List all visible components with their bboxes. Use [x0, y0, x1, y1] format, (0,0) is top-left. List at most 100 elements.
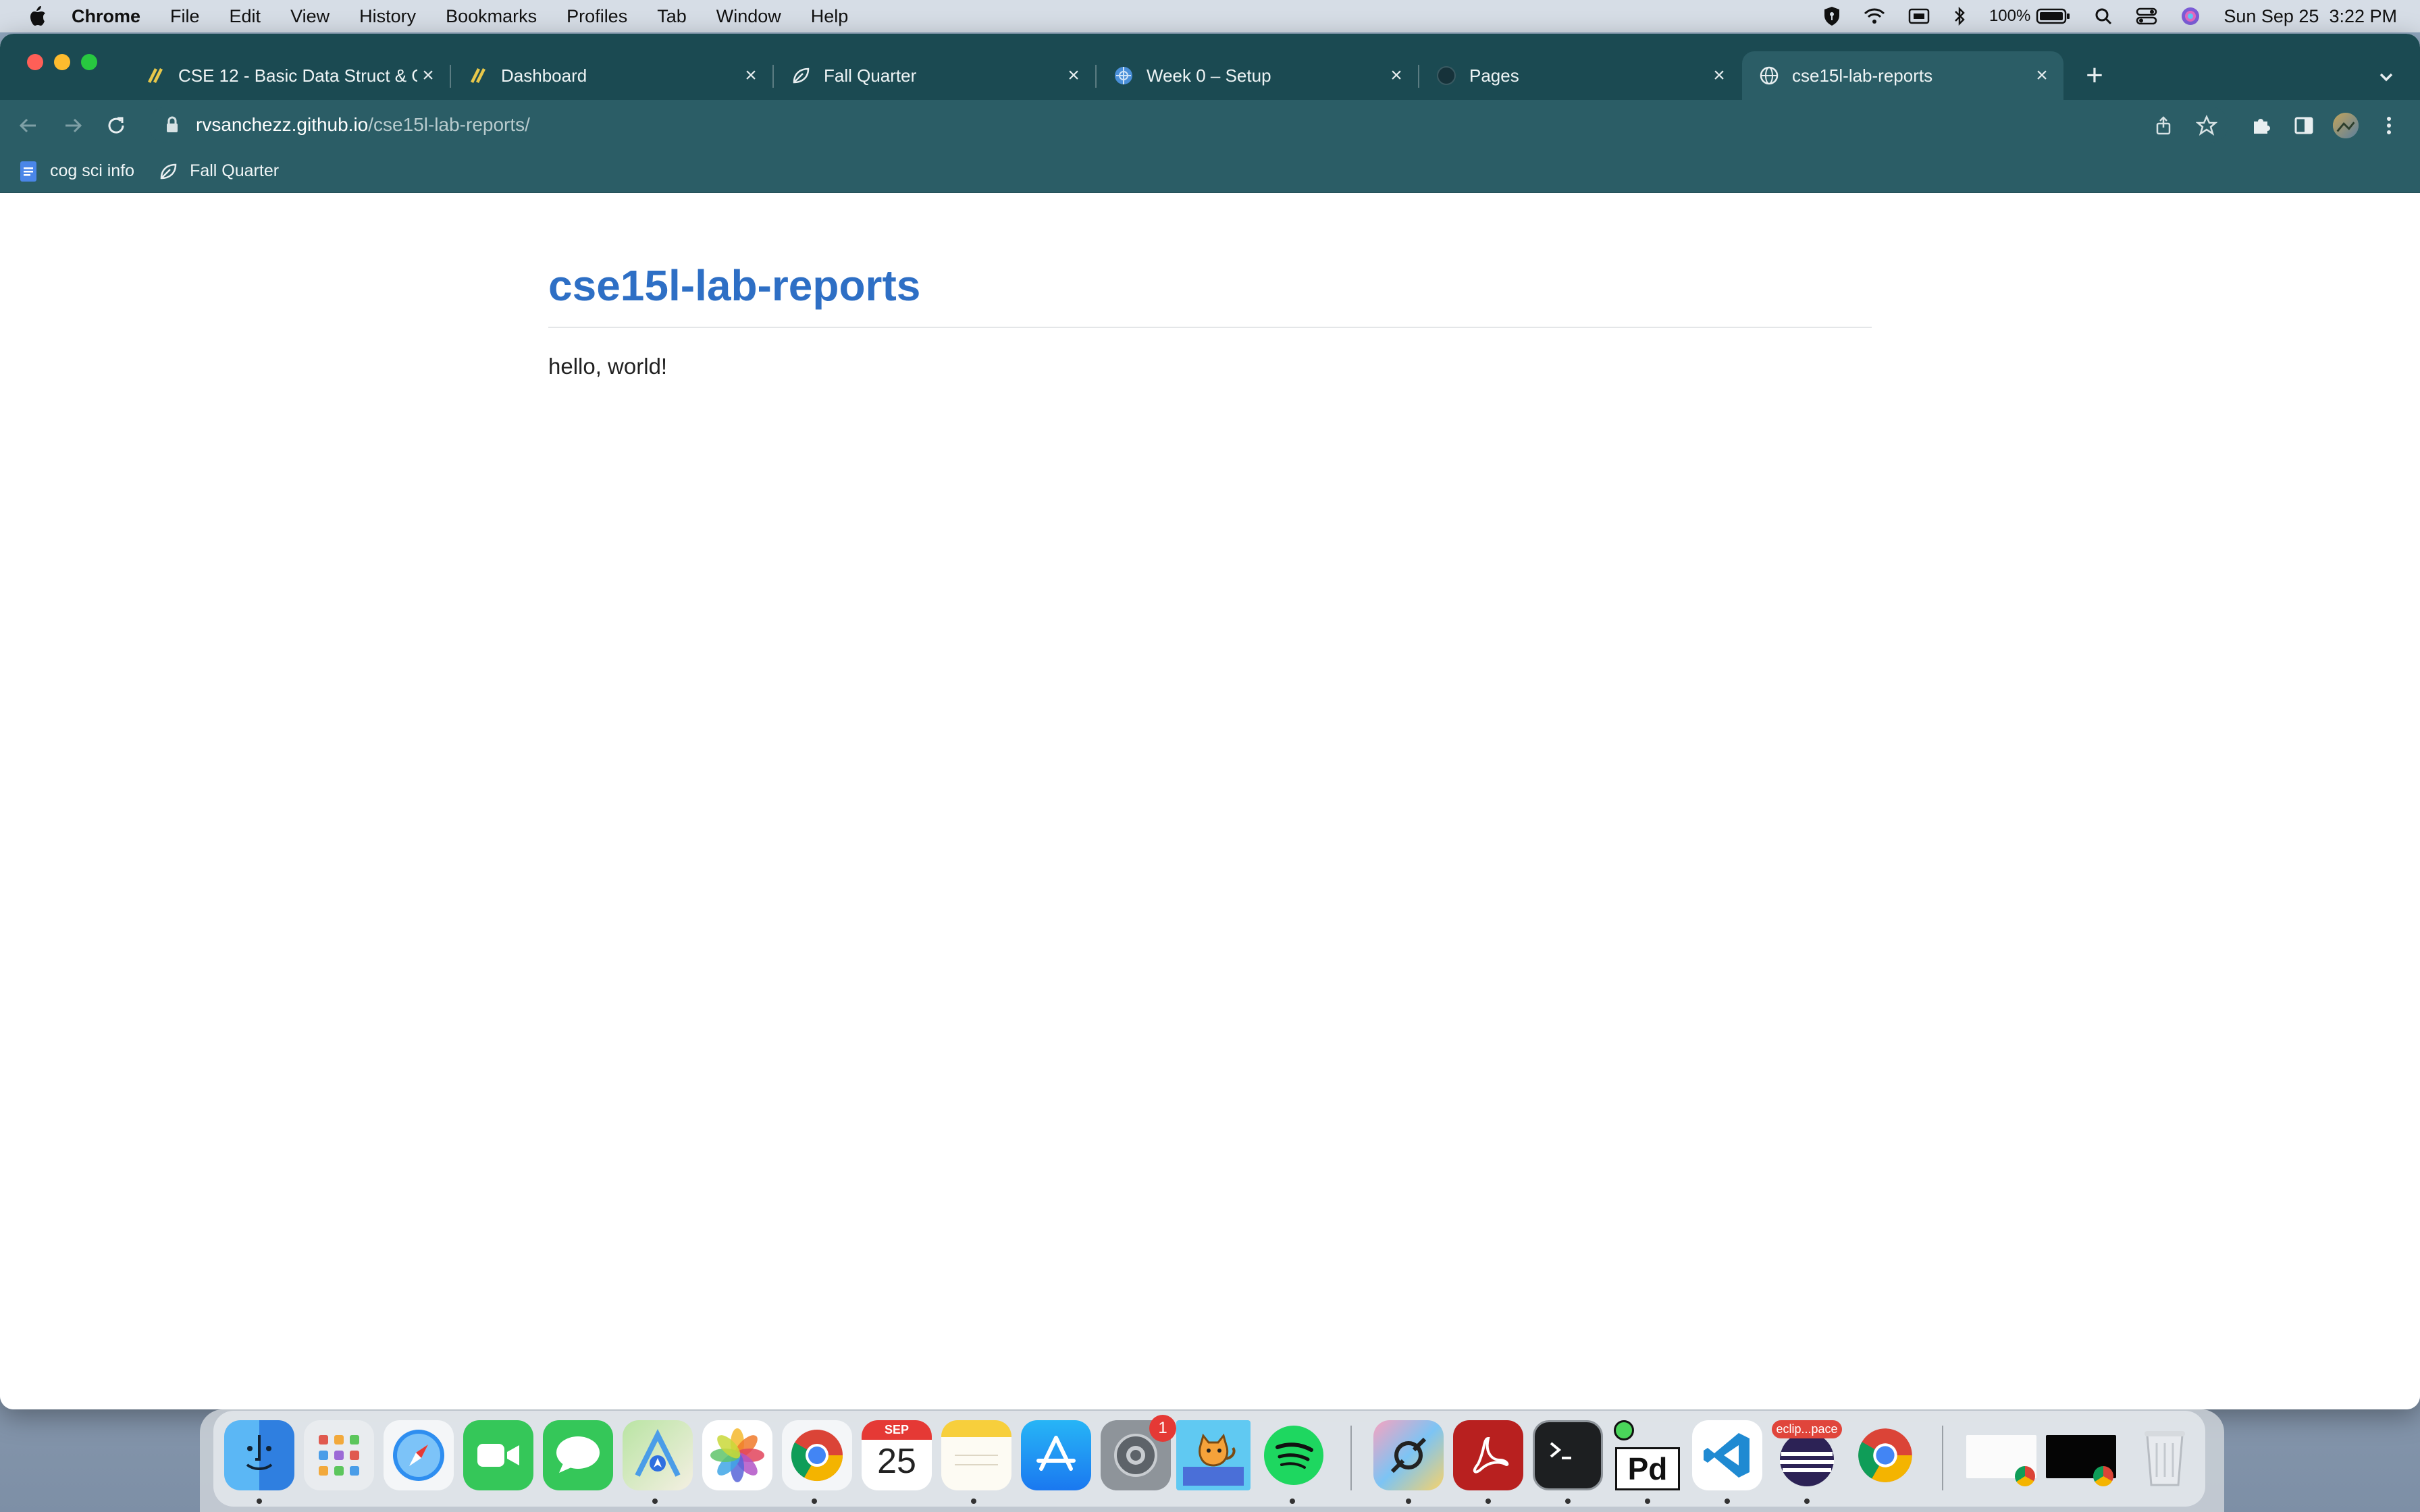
spotlight-search-icon[interactable]	[2094, 7, 2113, 26]
bookmark-star-icon[interactable]	[2193, 112, 2220, 139]
share-icon[interactable]	[2150, 112, 2177, 139]
menu-bar: Chrome File Edit View History Bookmarks …	[0, 0, 2420, 32]
menu-file[interactable]: File	[170, 6, 200, 27]
menu-help[interactable]: Help	[811, 6, 849, 27]
eclipse-workspace-icon[interactable]: eclip...pace	[1772, 1420, 1842, 1490]
profile-avatar[interactable]	[2332, 112, 2359, 139]
terminal-icon[interactable]	[1533, 1420, 1603, 1490]
title-divider	[548, 327, 1872, 328]
developer-tools-icon[interactable]	[1373, 1420, 1444, 1490]
chrome-menu-icon[interactable]	[2375, 112, 2402, 139]
tab-cse15l-lab-reports[interactable]: cse15l-lab-reports ×	[1742, 51, 2063, 100]
scratch-cat-app-icon[interactable]	[1176, 1420, 1251, 1490]
reload-button[interactable]	[103, 112, 130, 139]
globe-wheel-icon	[1113, 65, 1134, 86]
app-store-icon[interactable]	[1021, 1420, 1091, 1490]
calendar-day: 25	[877, 1442, 916, 1481]
menu-window[interactable]: Window	[716, 6, 781, 27]
messages-icon[interactable]	[543, 1420, 613, 1490]
menu-app-name[interactable]: Chrome	[72, 6, 140, 27]
close-tab-icon[interactable]: ×	[1708, 64, 1730, 86]
docs-icon	[18, 161, 39, 182]
close-tab-icon[interactable]: ×	[2031, 64, 2053, 86]
back-button[interactable]	[15, 112, 42, 139]
bookmarks-bar: cog sci info Fall Quarter	[0, 150, 2420, 193]
photos-icon[interactable]	[702, 1420, 772, 1490]
tab-fall-quarter[interactable]: Fall Quarter ×	[774, 51, 1097, 100]
eclipse-label: eclip...pace	[1772, 1420, 1842, 1438]
close-window-button[interactable]	[27, 54, 43, 70]
notion-leaf-icon	[157, 161, 179, 182]
lock-icon[interactable]	[162, 115, 182, 135]
close-tab-icon[interactable]: ×	[1386, 64, 1407, 86]
battery-icon[interactable]	[2036, 7, 2071, 25]
menu-tab[interactable]: Tab	[657, 6, 687, 27]
pure-data-label: Pd	[1627, 1451, 1668, 1486]
launchpad-icon[interactable]	[304, 1420, 374, 1490]
running-indicator	[1485, 1498, 1491, 1504]
clock[interactable]: Sun Sep 25 3:22 PM	[2224, 6, 2397, 27]
new-tab-button[interactable]: +	[2080, 61, 2109, 90]
facetime-icon[interactable]	[463, 1420, 533, 1490]
running-indicator	[812, 1498, 817, 1504]
trash-icon[interactable]	[2130, 1420, 2200, 1490]
tab-week0-setup[interactable]: Week 0 – Setup ×	[1097, 51, 1419, 100]
menu-view[interactable]: View	[290, 6, 330, 27]
wifi-icon[interactable]	[1864, 7, 1885, 25]
tab-strip: CSE 12 - Basic Data Struct & O × Dashboa…	[0, 34, 2420, 100]
menu-edit[interactable]: Edit	[230, 6, 261, 27]
url-text[interactable]: rvsanchezz.github.io/cse15l-lab-reports/	[196, 114, 530, 136]
finder-icon[interactable]	[224, 1420, 294, 1490]
notes-icon[interactable]	[941, 1420, 1011, 1490]
apple-icon[interactable]	[26, 5, 49, 28]
extensions-puzzle-icon[interactable]	[2247, 112, 2274, 139]
menu-profiles[interactable]: Profiles	[567, 6, 627, 27]
system-settings-icon[interactable]: 1	[1101, 1415, 1176, 1490]
tab-cse12[interactable]: CSE 12 - Basic Data Struct & O ×	[128, 51, 451, 100]
menu-history[interactable]: History	[359, 6, 416, 27]
bookmark-fall-quarter[interactable]: Fall Quarter	[157, 161, 279, 182]
close-tab-icon[interactable]: ×	[1063, 64, 1084, 86]
spotify-icon[interactable]	[1259, 1420, 1329, 1490]
safari-icon[interactable]	[384, 1420, 454, 1490]
vscode-icon[interactable]	[1692, 1420, 1762, 1490]
tab-title: CSE 12 - Basic Data Struct & O	[178, 65, 417, 86]
forward-button[interactable]	[59, 112, 86, 139]
github-icon	[1436, 65, 1457, 86]
close-tab-icon[interactable]: ×	[740, 64, 762, 86]
canvas-icon	[467, 65, 489, 86]
browser-window: CSE 12 - Basic Data Struct & O × Dashboa…	[0, 34, 2420, 1409]
bluetooth-icon[interactable]	[1953, 6, 1966, 26]
running-indicator	[1804, 1498, 1810, 1504]
url-path: /cse15l-lab-reports/	[368, 114, 530, 135]
chrome-icon[interactable]	[782, 1420, 852, 1490]
side-panel-icon[interactable]	[2290, 112, 2317, 139]
calendar-icon[interactable]: SEP 25	[862, 1420, 932, 1490]
shield-icon[interactable]	[1823, 6, 1841, 26]
page-content: cse15l-lab-reports hello, world!	[0, 193, 2420, 1409]
window-controls	[27, 54, 97, 70]
control-center-icon[interactable]	[2136, 7, 2157, 26]
battery-percent: 100%	[1989, 7, 2031, 25]
acrobat-icon[interactable]	[1453, 1420, 1523, 1490]
pure-data-icon[interactable]: Pd	[1612, 1420, 1683, 1490]
page-title[interactable]: cse15l-lab-reports	[548, 261, 920, 310]
zoom-window-button[interactable]	[81, 54, 97, 70]
bookmark-label: cog sci info	[50, 161, 135, 180]
close-tab-icon[interactable]: ×	[417, 64, 439, 86]
globe-icon	[1758, 65, 1780, 86]
tab-search-chevron-icon[interactable]	[2373, 63, 2400, 90]
address-bar[interactable]: rvsanchezz.github.io/cse15l-lab-reports/	[149, 107, 2228, 143]
display-icon[interactable]	[1908, 7, 1930, 25]
tab-pages[interactable]: Pages ×	[1419, 51, 1741, 100]
running-indicator	[1645, 1498, 1650, 1504]
canvas-icon	[144, 65, 166, 86]
minimize-window-button[interactable]	[54, 54, 70, 70]
menu-bookmarks[interactable]: Bookmarks	[446, 6, 537, 27]
siri-icon[interactable]	[2180, 6, 2201, 26]
tab-title: Dashboard	[501, 65, 587, 86]
tab-dashboard[interactable]: Dashboard ×	[451, 51, 774, 100]
bookmark-cog-sci-info[interactable]: cog sci info	[18, 161, 134, 182]
maps-icon[interactable]	[623, 1420, 693, 1490]
chrome-minimized-icon[interactable]	[1850, 1420, 1920, 1490]
